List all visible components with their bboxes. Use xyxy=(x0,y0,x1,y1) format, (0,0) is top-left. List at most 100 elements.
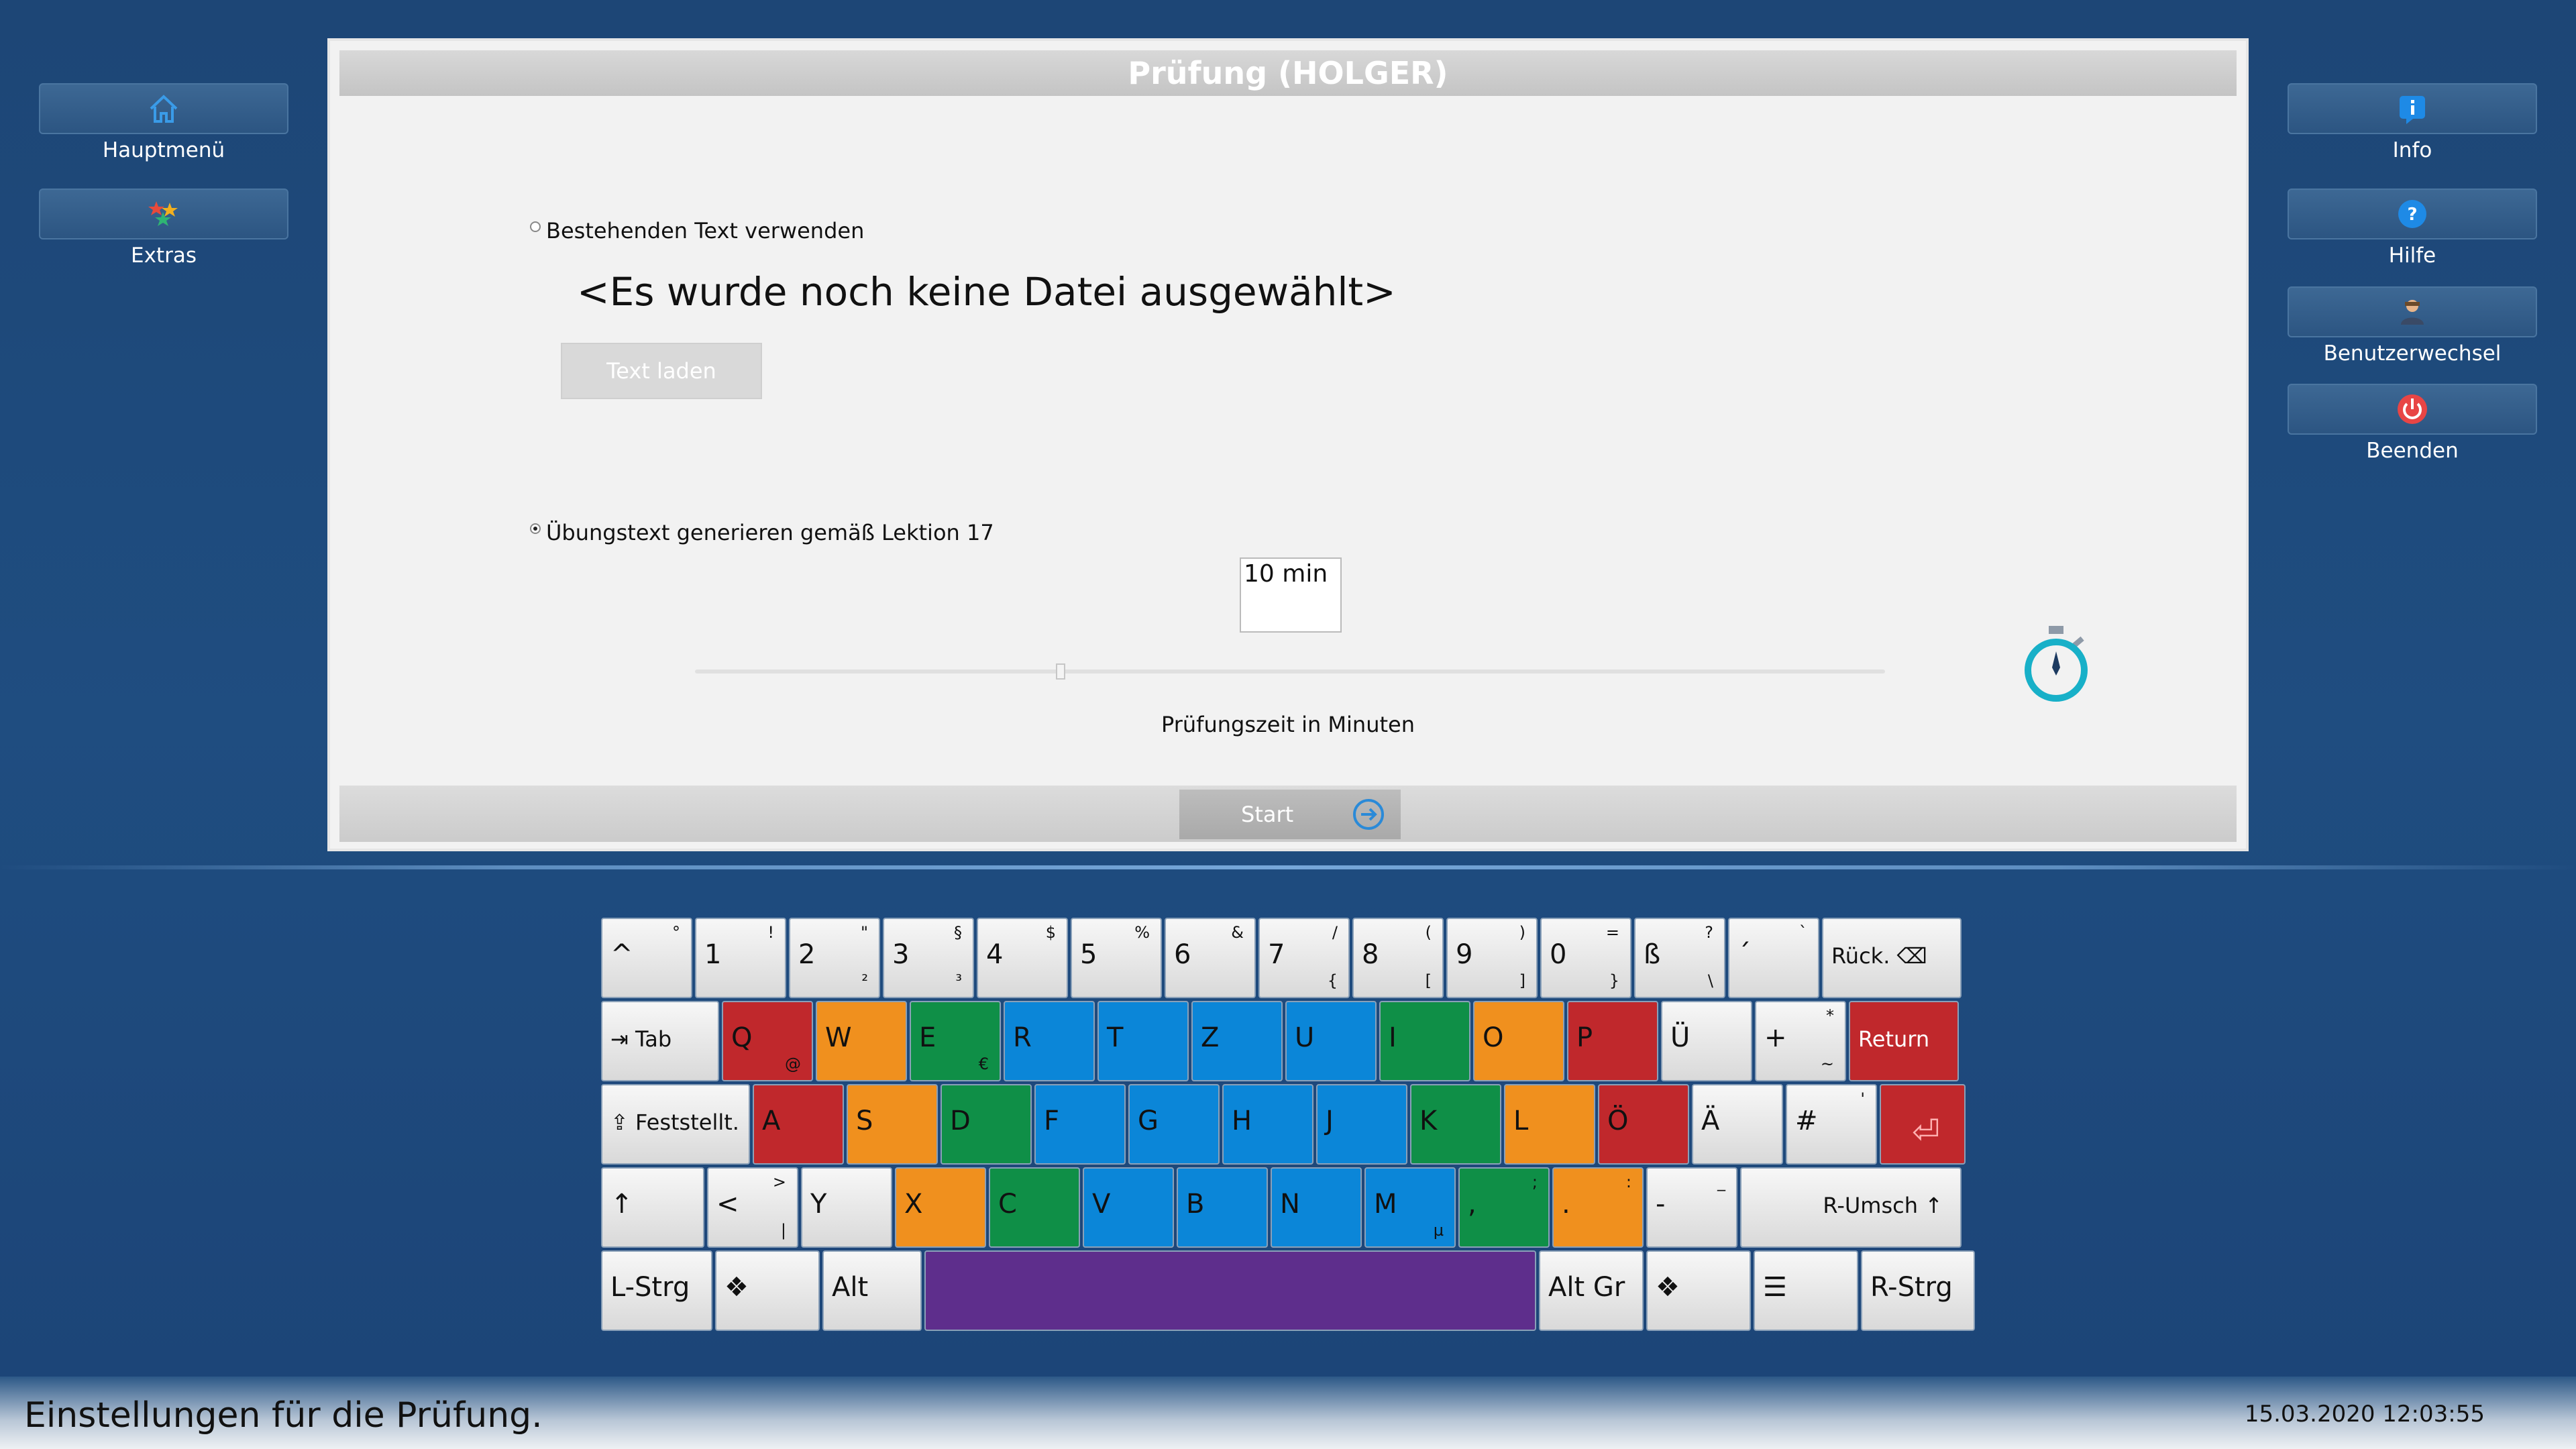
key-shift-label: ; xyxy=(1532,1173,1538,1191)
key-row3-10[interactable]: Ö xyxy=(1598,1084,1689,1165)
key-row1-7[interactable]: 7 / { xyxy=(1258,918,1350,998)
hauptmenu-bar[interactable] xyxy=(39,83,288,134)
key-label: Y xyxy=(810,1189,827,1220)
key-row1-9[interactable]: 9)] xyxy=(1446,918,1538,998)
key-space[interactable] xyxy=(924,1250,1536,1331)
key-row2-13[interactable]: Return xyxy=(1849,1001,1959,1081)
exam-time-slider[interactable] xyxy=(695,669,1885,674)
key-row5-7[interactable]: R-Strg xyxy=(1861,1250,1975,1331)
key-row2-9[interactable]: O xyxy=(1473,1001,1564,1081)
key-row3-1[interactable]: A xyxy=(753,1084,844,1165)
info-icon xyxy=(2400,96,2425,124)
beenden-button[interactable]: Beenden xyxy=(2288,384,2537,463)
key-row4-5[interactable]: V xyxy=(1083,1167,1174,1248)
key-label: X xyxy=(904,1189,923,1220)
key-shift-label: * xyxy=(1826,1006,1834,1025)
key-row4-10[interactable]: .: xyxy=(1552,1167,1644,1248)
key-row3-6[interactable]: H xyxy=(1222,1084,1313,1165)
key-row4-8[interactable]: Mµ xyxy=(1364,1167,1456,1248)
benutzerwechsel-button[interactable]: Benutzerwechsel xyxy=(2288,286,2537,366)
extras-label: Extras xyxy=(131,244,197,268)
key-label: 1 xyxy=(704,939,722,970)
key-row1-0[interactable]: ^ ° xyxy=(601,918,692,998)
key-row1-12[interactable]: ´ ` xyxy=(1728,918,1819,998)
key-row3-12[interactable]: # ' xyxy=(1786,1084,1877,1165)
key-row1-6[interactable]: 6 & xyxy=(1165,918,1256,998)
hauptmenu-button[interactable]: Hauptmenü xyxy=(39,83,288,162)
key-row3-11[interactable]: Ä xyxy=(1692,1084,1783,1165)
option-generate-text[interactable]: Übungstext generieren gemäß Lektion 17 xyxy=(530,520,994,545)
key-row2-4[interactable]: R xyxy=(1004,1001,1095,1081)
extras-bar[interactable] xyxy=(39,189,288,239)
key-row5-6[interactable]: ☰ xyxy=(1754,1250,1858,1331)
info-button[interactable]: Info xyxy=(2288,83,2537,162)
key-label: Ö xyxy=(1607,1106,1629,1136)
key-row2-3[interactable]: E € xyxy=(910,1001,1001,1081)
key-row1-10[interactable]: 0 =} xyxy=(1540,918,1631,998)
benutzerwechsel-bar[interactable] xyxy=(2288,286,2537,337)
key-row4-1[interactable]: < > | xyxy=(707,1167,798,1248)
key-row5-0[interactable]: L-Strg xyxy=(601,1250,712,1331)
key-row2-6[interactable]: Z xyxy=(1191,1001,1283,1081)
key-row4-0[interactable]: ↑ xyxy=(601,1167,704,1248)
key-row2-1[interactable]: Q @ xyxy=(722,1001,813,1081)
key-row1-11[interactable]: ß? \ xyxy=(1634,918,1725,998)
minutes-field[interactable]: 10 min xyxy=(1240,557,1342,633)
key-row3-0[interactable]: ⇪ Feststellt. xyxy=(601,1084,750,1165)
key-altgr-label: @ xyxy=(785,1055,801,1073)
key-row1-13[interactable]: Rück. ⌫ xyxy=(1822,918,1962,998)
key-row3-9[interactable]: L xyxy=(1504,1084,1595,1165)
key-label: Z xyxy=(1201,1022,1220,1053)
key-row4-3[interactable]: X xyxy=(895,1167,986,1248)
existing-text-radio[interactable] xyxy=(530,221,541,232)
key-label: W xyxy=(825,1022,852,1053)
key-row2-11[interactable]: Ü xyxy=(1661,1001,1752,1081)
beenden-bar[interactable] xyxy=(2288,384,2537,435)
key-row4-7[interactable]: N xyxy=(1271,1167,1362,1248)
key-row3-4[interactable]: F xyxy=(1034,1084,1126,1165)
key-row1-3[interactable]: 3 § ³ xyxy=(883,918,974,998)
key-row4-4[interactable]: C xyxy=(989,1167,1080,1248)
start-button[interactable]: Start xyxy=(1179,790,1401,839)
info-bar[interactable] xyxy=(2288,83,2537,134)
key-row2-5[interactable]: T xyxy=(1097,1001,1189,1081)
key-row2-0[interactable]: ⇥ Tab xyxy=(601,1001,719,1081)
key-row1-2[interactable]: 2 " ² xyxy=(789,918,880,998)
load-text-button[interactable]: Text laden xyxy=(561,343,762,399)
hilfe-button[interactable]: ? Hilfe xyxy=(2288,189,2537,268)
key-row4-2[interactable]: Y xyxy=(801,1167,892,1248)
key-row3-8[interactable]: K xyxy=(1410,1084,1501,1165)
key-row2-7[interactable]: U xyxy=(1285,1001,1377,1081)
key-row2-10[interactable]: P xyxy=(1567,1001,1658,1081)
key-label: + xyxy=(1764,1022,1787,1053)
option-existing-text[interactable]: Bestehenden Text verwenden xyxy=(530,218,864,244)
key-row3-7[interactable]: J xyxy=(1316,1084,1407,1165)
key-row5-4[interactable]: Alt Gr xyxy=(1539,1250,1644,1331)
slider-thumb[interactable] xyxy=(1056,663,1065,680)
key-row1-5[interactable]: 5% xyxy=(1071,918,1162,998)
extras-button[interactable]: Extras xyxy=(39,189,288,268)
key-label: ß xyxy=(1644,939,1661,970)
key-altgr-label: \ xyxy=(1707,971,1713,990)
key-row3-2[interactable]: S xyxy=(847,1084,938,1165)
key-row4-12[interactable]: R-Umsch ↑ xyxy=(1740,1167,1962,1248)
key-label: Q xyxy=(731,1022,753,1053)
key-row2-2[interactable]: W xyxy=(816,1001,907,1081)
key-row3-3[interactable]: D xyxy=(941,1084,1032,1165)
key-row2-12[interactable]: + * ~ xyxy=(1755,1001,1846,1081)
key-row5-1[interactable]: ❖ xyxy=(715,1250,820,1331)
key-row4-9[interactable]: ,; xyxy=(1458,1167,1550,1248)
key-row1-4[interactable]: 4 $ xyxy=(977,918,1068,998)
key-row1-1[interactable]: 1! xyxy=(695,918,786,998)
key-row3-13[interactable]: ⏎ xyxy=(1880,1084,1966,1165)
key-row1-8[interactable]: 8 ([ xyxy=(1352,918,1444,998)
key-row4-11[interactable]: - _ xyxy=(1646,1167,1737,1248)
key-shift-label: ` xyxy=(1799,923,1807,942)
key-row4-6[interactable]: B xyxy=(1177,1167,1268,1248)
generate-text-radio[interactable] xyxy=(530,523,541,534)
hilfe-bar[interactable]: ? xyxy=(2288,189,2537,239)
key-row5-2[interactable]: Alt xyxy=(822,1250,922,1331)
key-row5-5[interactable]: ❖ xyxy=(1646,1250,1751,1331)
key-row3-5[interactable]: G xyxy=(1128,1084,1220,1165)
key-row2-8[interactable]: I xyxy=(1379,1001,1470,1081)
